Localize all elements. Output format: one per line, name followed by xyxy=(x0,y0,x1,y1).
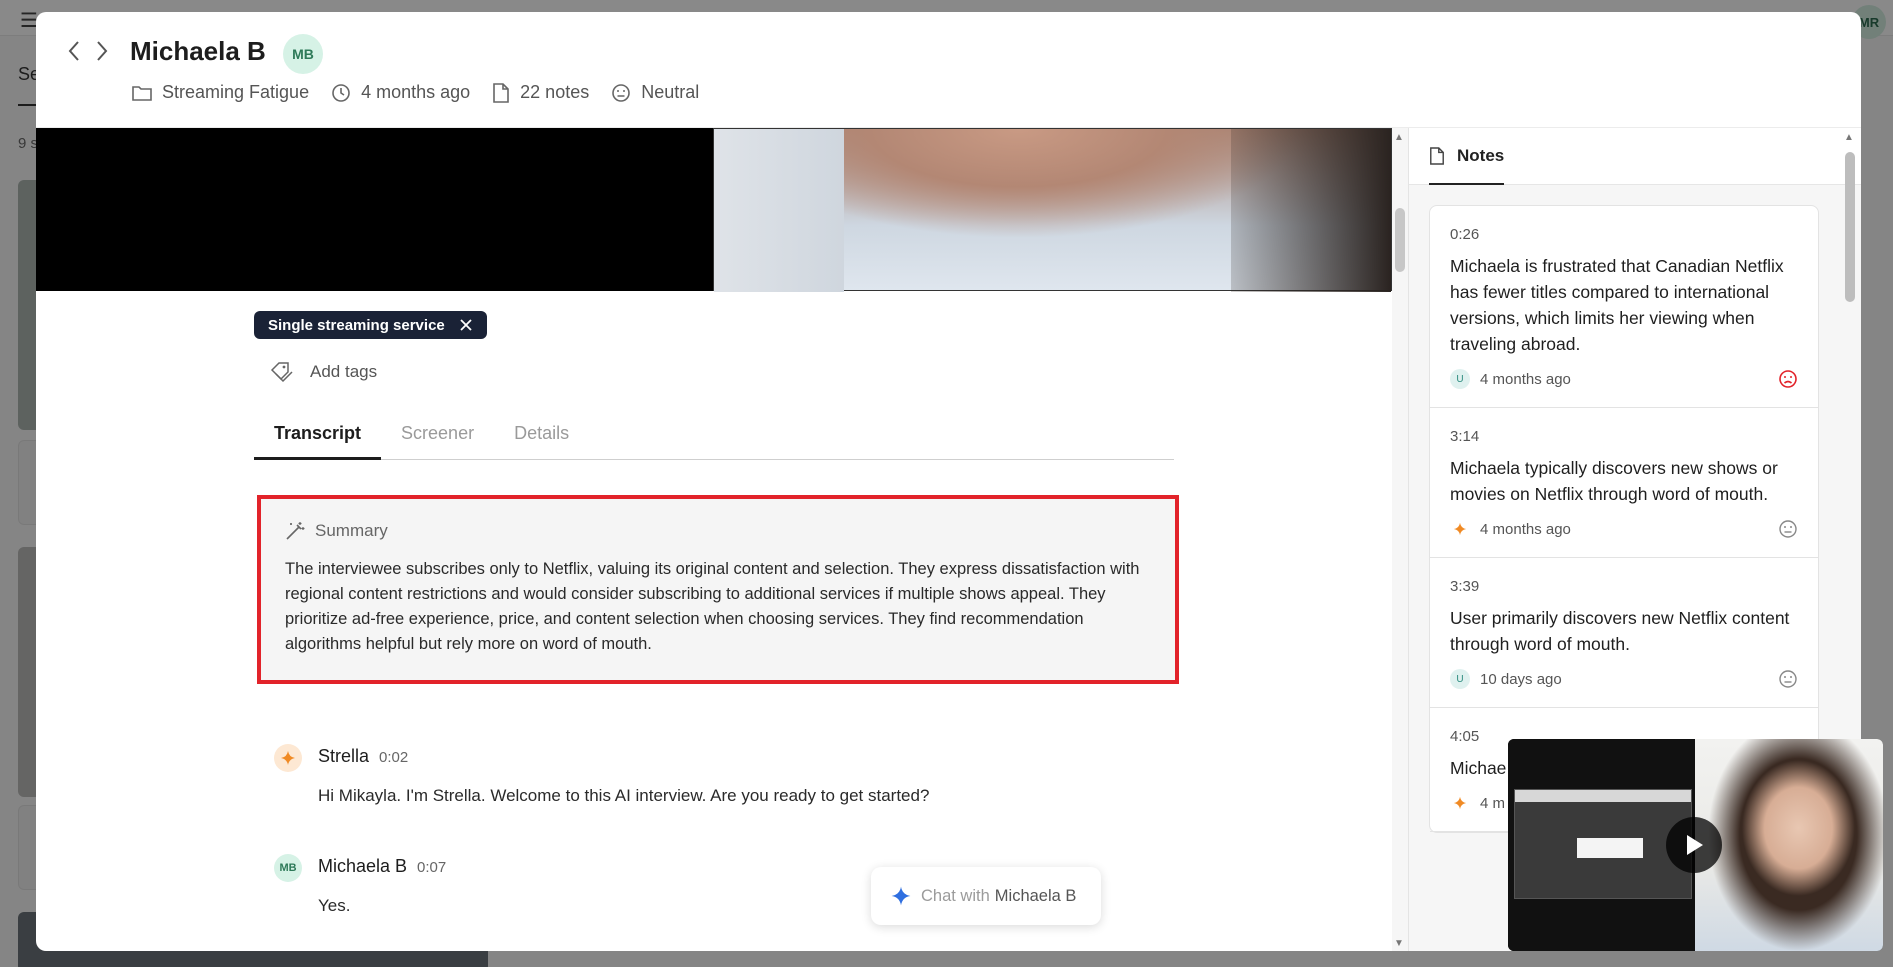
note-timestamp[interactable]: 3:39 xyxy=(1450,578,1798,595)
scroll-up-arrow-icon[interactable]: ▲ xyxy=(1394,132,1404,143)
play-button[interactable] xyxy=(1666,817,1722,873)
note-card[interactable]: 3:14 Michaela typically discovers new sh… xyxy=(1430,408,1818,558)
summary-heading: Summary xyxy=(285,521,388,541)
note-footer: U 4 months ago xyxy=(1450,369,1798,389)
page-title: Michaela B xyxy=(130,36,266,66)
session-time-label: 4 months ago xyxy=(361,82,471,102)
tag-icon xyxy=(270,362,293,383)
speaker-row: Strella 0:02 xyxy=(318,746,408,767)
summary-box: Summary The interviewee subscribes only … xyxy=(257,495,1179,684)
neutral-face-icon xyxy=(1779,670,1797,688)
chevron-left-icon xyxy=(68,41,79,61)
magic-wand-icon xyxy=(286,522,305,540)
note-author-avatar: U xyxy=(1450,669,1470,689)
scrollbar-thumb[interactable] xyxy=(1845,152,1855,302)
speaker-name: Strella xyxy=(318,746,370,766)
video-player[interactable] xyxy=(36,128,1392,292)
speaker-name: Michaela B xyxy=(318,856,408,876)
notes-count: 22 notes xyxy=(492,82,589,103)
scrollbar-thumb[interactable] xyxy=(1395,208,1405,272)
next-button[interactable] xyxy=(90,38,114,64)
tab-notes[interactable]: Notes xyxy=(1429,128,1505,185)
scroll-down-arrow-icon[interactable]: ▼ xyxy=(1394,938,1404,949)
speaker-row: Michaela B 0:07 xyxy=(318,856,446,877)
add-tags-button[interactable]: Add tags xyxy=(270,361,377,383)
summary-title: Summary xyxy=(315,521,388,540)
transcript-scrollbar[interactable]: ▲ ▼ xyxy=(1392,128,1408,951)
message-timestamp[interactable]: 0:07 xyxy=(417,859,446,876)
message-text: Yes. xyxy=(318,896,351,915)
clock-icon xyxy=(332,83,350,102)
message-timestamp[interactable]: 0:02 xyxy=(379,749,408,766)
note-age: 4 months ago xyxy=(1480,520,1571,538)
sentiment-label: Neutral xyxy=(641,82,700,102)
note-timestamp[interactable]: 3:14 xyxy=(1450,428,1798,445)
message-text: Hi Mikayla. I'm Strella. Welcome to this… xyxy=(318,786,930,805)
note-footer: 4 months ago xyxy=(1450,519,1798,539)
transcript-area: Single streaming service Add tags Transc… xyxy=(36,291,1392,951)
session-time: 4 months ago xyxy=(331,82,470,103)
sparkle-icon xyxy=(281,751,295,765)
note-age: 10 days ago xyxy=(1480,670,1562,688)
note-card[interactable]: 3:39 User primarily discovers new Netfli… xyxy=(1430,558,1818,708)
session-meta: Streaming Fatigue 4 months ago 22 notes … xyxy=(132,82,721,103)
tag-chip[interactable]: Single streaming service xyxy=(254,311,487,339)
neutral-face-icon xyxy=(612,83,631,102)
play-icon xyxy=(1687,835,1703,855)
modal-header: Michaela B MB Streaming Fatigue 4 months… xyxy=(36,12,1861,128)
remove-tag-icon[interactable] xyxy=(459,318,473,332)
participant-camera-thumbnail xyxy=(1695,739,1883,951)
note-footer: U 10 days ago xyxy=(1450,669,1798,689)
neutral-face-icon xyxy=(1779,520,1797,538)
notes-count-label: 22 notes xyxy=(520,82,590,102)
note-timestamp[interactable]: 0:26 xyxy=(1450,226,1798,243)
note-age: 4 months ago xyxy=(1480,370,1571,388)
participant-avatar: MB xyxy=(283,34,323,74)
note-icon xyxy=(493,82,509,103)
chevron-right-icon xyxy=(97,41,108,61)
chat-participant-name: Michaela B xyxy=(994,886,1077,905)
chat-with-participant-button[interactable]: Chat with Michaela B xyxy=(871,867,1101,925)
notes-tab-label: Notes xyxy=(1457,145,1505,165)
note-text: Michaela is frustrated that Canadian Net… xyxy=(1450,256,1784,354)
note-icon xyxy=(1430,146,1444,165)
sentiment: Neutral xyxy=(611,82,699,103)
project-link[interactable]: Streaming Fatigue xyxy=(132,82,309,103)
summary-text: The interviewee subscribes only to Netfl… xyxy=(285,560,1140,653)
sparkle-icon xyxy=(891,886,911,906)
note-author-avatar: U xyxy=(1450,369,1470,389)
project-name: Streaming Fatigue xyxy=(162,82,310,102)
note-author-avatar xyxy=(1450,519,1470,539)
tab-details[interactable]: Details xyxy=(494,423,589,460)
tab-screener[interactable]: Screener xyxy=(381,423,494,460)
note-text: Michaela typically discovers new shows o… xyxy=(1450,458,1778,504)
note-author-avatar xyxy=(1450,793,1470,813)
previous-button[interactable] xyxy=(62,38,86,64)
sparkle-icon xyxy=(1453,522,1467,536)
note-card[interactable]: 0:26 Michaela is frustrated that Canadia… xyxy=(1430,206,1818,408)
sparkle-icon xyxy=(1453,796,1467,810)
notes-header: Notes xyxy=(1409,128,1861,185)
add-tags-label: Add tags xyxy=(310,362,378,381)
chat-prefix: Chat with xyxy=(921,886,990,905)
scroll-up-arrow-icon[interactable]: ▲ xyxy=(1844,132,1854,143)
tab-transcript[interactable]: Transcript xyxy=(254,423,382,460)
tag-label: Single streaming service xyxy=(268,316,445,334)
note-age: 4 m xyxy=(1480,794,1506,812)
participant-message-avatar: MB xyxy=(274,854,302,882)
video-frame xyxy=(713,128,1392,292)
ai-avatar xyxy=(274,744,302,772)
content-tabs: Transcript Screener Details xyxy=(254,423,1174,460)
note-text: User primarily discovers new Netflix con… xyxy=(1450,608,1790,654)
folder-icon xyxy=(132,85,152,101)
sad-face-icon xyxy=(1779,370,1797,388)
